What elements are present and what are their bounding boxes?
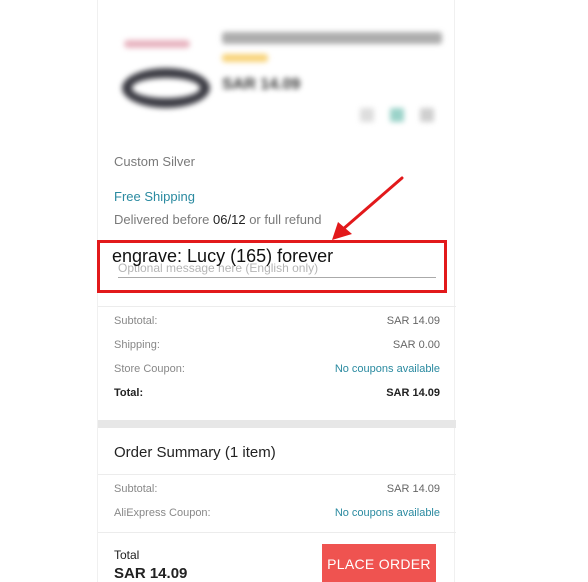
footer-total-label: Total (114, 548, 140, 562)
row-label: AliExpress Coupon: (114, 507, 211, 519)
product-image-tag (124, 40, 190, 48)
product-card[interactable]: SAR 14.09 (98, 14, 456, 134)
variant-label: Custom Silver (114, 154, 195, 169)
row-label: Shipping: (114, 339, 160, 351)
section-divider (98, 420, 456, 428)
row-value: SAR 14.09 (386, 315, 440, 327)
row-label: Subtotal: (114, 315, 158, 327)
store-coupon-row: Store Coupon: No coupons available (114, 363, 440, 375)
product-rating (222, 54, 268, 62)
product-price: SAR 14.09 (222, 76, 301, 93)
product-image (116, 24, 212, 120)
store-total-row: Total: SAR 14.09 (114, 387, 440, 399)
aliexpress-coupon-row: AliExpress Coupon: No coupons available (114, 507, 440, 519)
divider (98, 474, 456, 475)
checkout-footer: Total SAR 14.09 PLACE ORDER (98, 532, 456, 582)
store-coupon-link[interactable]: No coupons available (335, 363, 440, 375)
annotation-text: engrave: Lucy (165) forever (112, 246, 334, 266)
divider (98, 306, 456, 307)
store-shipping-row: Shipping: SAR 0.00 (114, 339, 440, 351)
delivery-estimate: Delivered before 06/12 or full refund (114, 212, 321, 227)
product-title (222, 32, 442, 44)
quantity-stepper[interactable] (360, 108, 436, 124)
place-order-button[interactable]: PLACE ORDER (322, 544, 436, 582)
aliexpress-coupon-link[interactable]: No coupons available (335, 507, 440, 519)
row-value: SAR 0.00 (392, 339, 440, 351)
delivery-prefix: Delivered before (114, 212, 210, 227)
footer-total-value: SAR 14.09 (114, 565, 188, 582)
delivery-date: 06/12 (213, 212, 246, 227)
row-value: SAR 14.09 (386, 387, 440, 399)
order-summary-title: Order Summary (1 item) (114, 444, 276, 461)
row-label: Subtotal: (114, 483, 158, 495)
summary-subtotal-row: Subtotal: SAR 14.09 (114, 483, 440, 495)
increase-quantity-button[interactable] (420, 108, 434, 122)
decrease-quantity-button[interactable] (360, 108, 374, 122)
row-label: Store Coupon: (114, 363, 185, 375)
store-subtotal-row: Subtotal: SAR 14.09 (114, 315, 440, 327)
delivery-suffix: or full refund (249, 212, 322, 227)
quantity-value (390, 108, 404, 122)
product-image-bracelet (122, 68, 210, 108)
row-label: Total: (114, 387, 144, 399)
shipping-method-link[interactable]: Free Shipping (114, 189, 195, 204)
row-value: SAR 14.09 (386, 483, 440, 495)
